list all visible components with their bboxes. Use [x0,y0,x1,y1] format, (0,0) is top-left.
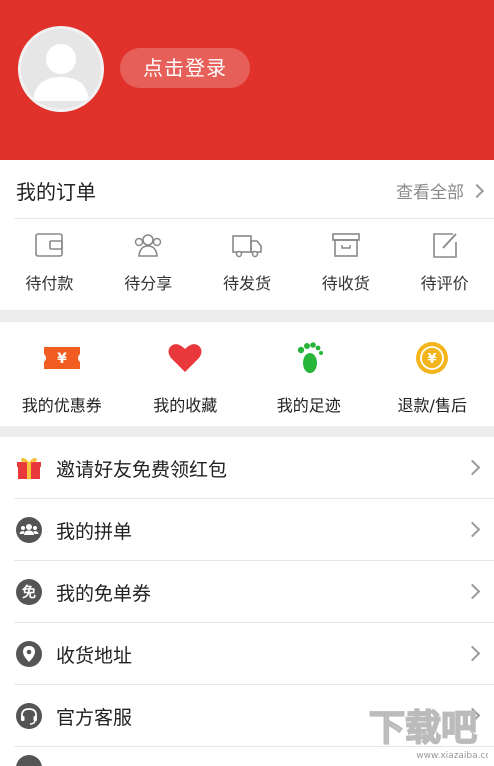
order-status-label: 待发货 [222,274,271,293]
default-avatar-icon [33,44,89,101]
wallet-icon [35,233,64,257]
svg-text:¥: ¥ [428,352,437,367]
orders-title: 我的订单 [16,180,96,204]
order-pending-review[interactable]: 待评价 [395,230,494,300]
view-all-label: 查看全部 [396,183,464,203]
menu-label: 官方客服 [56,707,133,729]
quick-label: 我的足迹 [276,396,341,415]
heart-icon [168,344,202,372]
group-icon [16,517,42,543]
svg-text:¥: ¥ [57,351,67,367]
orders-section: 我的订单 查看全部 待付款 待分享 待发货 待收货 待评价 [0,160,494,310]
share-people-icon [134,234,162,257]
chevron-right-icon [464,645,481,662]
profile-header: 点击登录 [0,0,494,160]
order-status-label: 待分享 [124,274,173,293]
order-pending-receive[interactable]: 待收货 [296,230,395,300]
menu-label: 我的免单券 [56,583,152,605]
location-icon [16,641,42,667]
edit-icon [432,233,457,258]
my-coupons[interactable]: ¥ 我的优惠券 [0,322,124,426]
gift-icon [17,457,41,479]
watermark-text: 下载吧 [369,708,477,749]
chevron-right-icon [469,183,485,198]
watermark-url: www.xiazaiba.com [416,751,488,761]
free-coupon-icon: 免 [16,579,42,605]
login-button[interactable]: 点击登录 [120,48,250,88]
view-all-orders-link[interactable]: 查看全部 [396,178,485,203]
order-pending-share[interactable]: 待分享 [99,230,198,300]
refund-after-sales[interactable]: ¥ 退款/售后 [371,322,494,426]
menu-label: 收货地址 [56,645,133,667]
order-status-label: 待评价 [420,274,469,293]
chevron-right-icon [464,459,481,476]
quick-label: 我的优惠券 [21,396,102,415]
quick-label: 退款/售后 [397,396,467,415]
avatar[interactable] [18,26,104,112]
coupon-icon: ¥ [43,347,80,369]
refund-coin-icon: ¥ [416,342,449,374]
watermark: 下载吧 www.xiazaiba.com [358,702,494,762]
divider [14,218,494,219]
quick-entries: ¥ 我的优惠券 我的收藏 我的足迹 ¥ 退款/售后 [0,322,494,426]
menu-item-invite-friends[interactable]: 邀请好友免费领红包 [0,437,494,499]
order-status-label: 待收货 [321,274,370,293]
order-status-row: 待付款 待分享 待发货 待收货 待评价 [0,230,494,300]
chevron-right-icon [464,521,481,538]
menu-item-shipping-address[interactable]: 收货地址 [0,623,494,685]
my-footprints[interactable]: 我的足迹 [247,322,371,426]
chevron-right-icon [464,583,481,600]
order-status-label: 待付款 [25,274,74,293]
headset-icon [16,703,42,729]
orders-header[interactable]: 我的订单 查看全部 [0,160,494,218]
watermark-logo: 下载吧 www.xiazaiba.com [368,707,494,761]
order-pending-ship[interactable]: 待发货 [198,230,297,300]
order-pending-payment[interactable]: 待付款 [0,230,99,300]
quick-label: 我的收藏 [153,396,218,415]
menu-label: 邀请好友免费领红包 [56,459,228,481]
menu-label: 我的拼单 [56,521,133,543]
box-icon [331,233,360,257]
truck-icon [232,235,262,258]
menu-item-my-group-orders[interactable]: 我的拼单 [0,499,494,561]
menu-item-free-coupons[interactable]: 免 我的免单券 [0,561,494,623]
footprint-icon [297,342,323,373]
my-favorites[interactable]: 我的收藏 [124,322,248,426]
partial-menu-icon [16,755,42,766]
